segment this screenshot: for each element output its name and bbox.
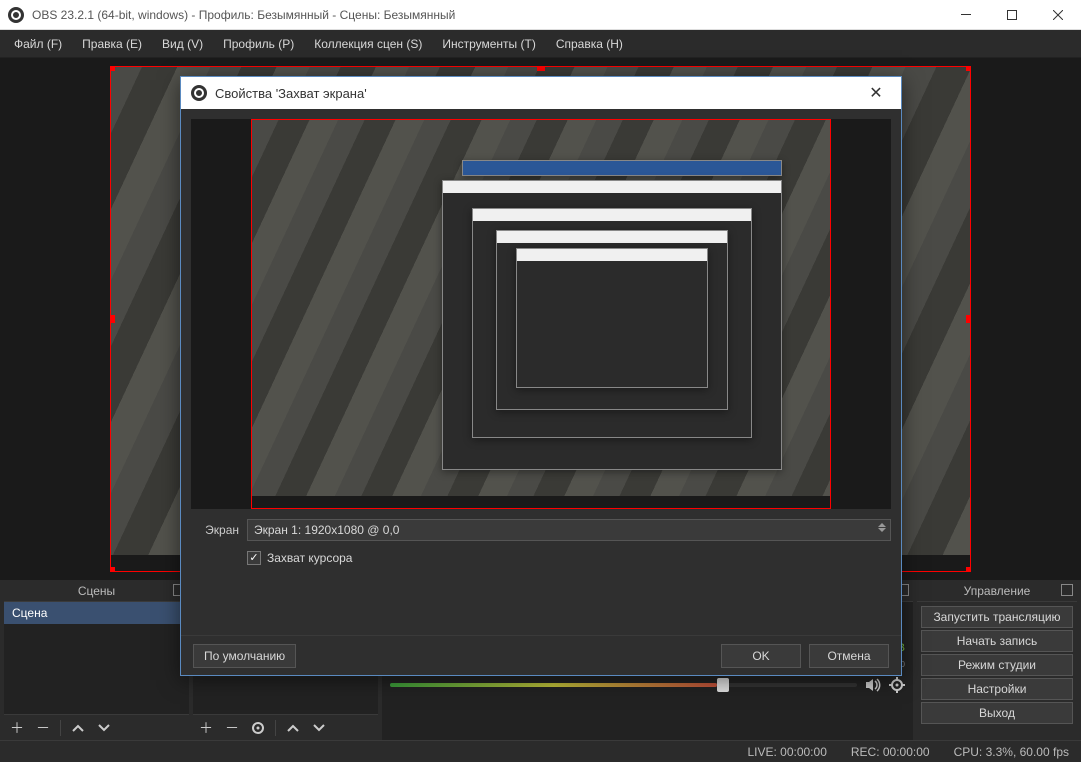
obs-logo-icon	[191, 85, 207, 101]
sources-toolbar: ＋ －	[193, 714, 378, 740]
controls-body: Запустить трансляцию Начать запись Режим…	[917, 602, 1077, 740]
resize-handle-br[interactable]	[966, 567, 971, 572]
recursive-window-icon	[516, 248, 708, 388]
dock-controls-header: Управление	[917, 580, 1077, 602]
settings-button[interactable]: Настройки	[921, 678, 1073, 700]
resize-handle-bl[interactable]	[110, 567, 115, 572]
resize-handle-tl[interactable]	[110, 66, 115, 71]
menu-view[interactable]: Вид (V)	[154, 33, 211, 55]
menu-edit[interactable]: Правка (E)	[74, 33, 150, 55]
status-bar: LIVE: 00:00:00 REC: 00:00:00 CPU: 3.3%, …	[0, 740, 1081, 762]
menu-help[interactable]: Справка (H)	[548, 33, 631, 55]
source-properties-button[interactable]	[249, 719, 267, 737]
speaker-icon[interactable]	[865, 677, 881, 693]
properties-dialog: Свойства 'Захват экрана' ✕ Экран	[180, 76, 902, 676]
add-source-button[interactable]: ＋	[197, 719, 215, 737]
volume-thumb[interactable]	[717, 678, 729, 692]
gear-icon[interactable]	[889, 677, 905, 693]
start-streaming-button[interactable]: Запустить трансляцию	[921, 606, 1073, 628]
scenes-toolbar: ＋ －	[4, 714, 189, 740]
screen-select-value: Экран 1: 1920x1080 @ 0,0	[254, 523, 399, 537]
add-scene-button[interactable]: ＋	[8, 719, 26, 737]
dialog-desktop-capture	[251, 119, 831, 509]
obs-main-window: OBS 23.2.1 (64-bit, windows) - Профиль: …	[0, 0, 1081, 762]
status-cpu: CPU: 3.3%, 60.00 fps	[954, 745, 1069, 759]
menu-bar: Файл (F) Правка (E) Вид (V) Профиль (P) …	[0, 30, 1081, 58]
dialog-title: Свойства 'Захват экрана'	[215, 86, 861, 101]
close-button[interactable]	[1035, 0, 1081, 30]
dock-controls: Управление Запустить трансляцию Начать з…	[917, 580, 1077, 740]
start-recording-button[interactable]: Начать запись	[921, 630, 1073, 652]
menu-file[interactable]: Файл (F)	[6, 33, 70, 55]
resize-handle-tm[interactable]	[537, 66, 545, 71]
recursive-window-icon	[462, 160, 782, 176]
exit-button[interactable]: Выход	[921, 702, 1073, 724]
screen-select[interactable]: Экран 1: 1920x1080 @ 0,0	[247, 519, 891, 541]
dock-scenes-header: Сцены	[4, 580, 189, 602]
separator	[60, 720, 61, 736]
dialog-close-button[interactable]: ✕	[861, 78, 891, 108]
menu-tools[interactable]: Инструменты (T)	[434, 33, 543, 55]
volume-fill	[390, 683, 717, 687]
chevron-updown-icon	[878, 523, 886, 532]
captured-taskbar	[252, 496, 830, 508]
resize-handle-ml[interactable]	[110, 315, 115, 323]
defaults-button[interactable]: По умолчанию	[193, 644, 296, 668]
scene-down-button[interactable]	[95, 719, 113, 737]
source-up-button[interactable]	[284, 719, 302, 737]
scene-up-button[interactable]	[69, 719, 87, 737]
dock-popout-icon[interactable]	[1061, 584, 1073, 596]
titlebar: OBS 23.2.1 (64-bit, windows) - Профиль: …	[0, 0, 1081, 30]
ok-button[interactable]: OK	[721, 644, 801, 668]
screen-label: Экран	[191, 523, 239, 537]
dialog-footer: По умолчанию OK Отмена	[181, 635, 901, 675]
separator	[275, 720, 276, 736]
window-title: OBS 23.2.1 (64-bit, windows) - Профиль: …	[32, 8, 943, 22]
menu-profile[interactable]: Профиль (P)	[215, 33, 302, 55]
scenes-list[interactable]: Сцена	[4, 602, 189, 714]
resize-handle-mr[interactable]	[966, 315, 971, 323]
remove-scene-button[interactable]: －	[34, 719, 52, 737]
status-live: LIVE: 00:00:00	[747, 745, 826, 759]
dialog-titlebar[interactable]: Свойства 'Захват экрана' ✕	[181, 77, 901, 109]
remove-source-button[interactable]: －	[223, 719, 241, 737]
dialog-preview	[191, 119, 891, 509]
minimize-button[interactable]	[943, 0, 989, 30]
volume-slider[interactable]	[390, 683, 857, 687]
capture-cursor-label: Захват курсора	[267, 551, 352, 565]
dock-scenes-title: Сцены	[78, 584, 115, 598]
resize-handle-tr[interactable]	[966, 66, 971, 71]
menu-scene-collection[interactable]: Коллекция сцен (S)	[306, 33, 430, 55]
dock-scenes: Сцены Сцена ＋ －	[4, 580, 189, 740]
maximize-button[interactable]	[989, 0, 1035, 30]
source-down-button[interactable]	[310, 719, 328, 737]
studio-mode-button[interactable]: Режим студии	[921, 654, 1073, 676]
cancel-button[interactable]: Отмена	[809, 644, 889, 668]
dock-controls-title: Управление	[964, 584, 1031, 598]
status-rec: REC: 00:00:00	[851, 745, 930, 759]
obs-logo-icon	[8, 7, 24, 23]
scene-item[interactable]: Сцена	[4, 602, 189, 624]
capture-cursor-checkbox[interactable]	[247, 551, 261, 565]
